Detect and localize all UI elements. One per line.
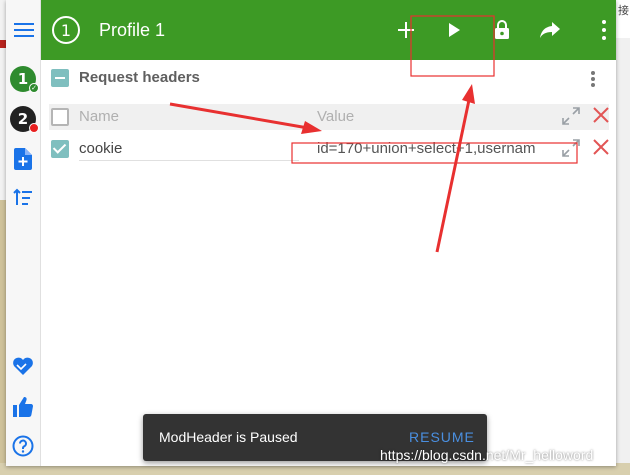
background-corner-text: 接 xyxy=(618,4,629,17)
profile-title[interactable]: Profile 1 xyxy=(99,20,165,41)
sidebar-profile-1-number: 1 xyxy=(17,70,29,88)
row-enable-checkbox[interactable] xyxy=(51,108,69,126)
hamburger-icon xyxy=(13,19,34,41)
section-title: Request headers xyxy=(79,69,200,86)
profile-number-badge[interactable]: 1 xyxy=(52,16,80,44)
error-badge-icon xyxy=(29,123,39,133)
request-headers-section: Request headers xyxy=(41,60,616,98)
share-arrow-icon[interactable] xyxy=(538,18,562,42)
check-badge-icon: ✓ xyxy=(29,83,39,93)
snackbar-message: ModHeader is Paused xyxy=(159,429,298,445)
watermark: https://blog.csdn.net/Mr_helloword xyxy=(380,447,594,463)
sidebar-profile-1[interactable]: 1 ✓ xyxy=(10,66,39,93)
table-row: cookie id=170+union+select+1,usernam xyxy=(49,136,609,162)
expand-icon[interactable] xyxy=(561,106,581,126)
more-vert-icon[interactable] xyxy=(592,18,616,42)
menu-button[interactable] xyxy=(6,0,41,60)
resume-button[interactable]: RESUME xyxy=(409,429,475,445)
header-name-field[interactable]: Name xyxy=(79,108,299,125)
section-more-icon[interactable] xyxy=(590,69,596,89)
help-icon[interactable] xyxy=(11,434,35,458)
modheader-popup: 1 ✓ 2 1 Profile 1 Request headers Name V… xyxy=(6,0,616,466)
header-name-field[interactable]: cookie xyxy=(79,140,299,161)
close-icon[interactable] xyxy=(591,105,611,125)
table-row: Name Value xyxy=(49,104,609,130)
profile-header: 1 Profile 1 xyxy=(41,0,616,60)
row-enable-checkbox[interactable] xyxy=(51,140,69,158)
add-file-icon[interactable] xyxy=(11,147,35,171)
thumbs-up-icon[interactable] xyxy=(11,395,35,419)
sidebar-profile-2[interactable]: 2 xyxy=(10,106,39,133)
close-icon[interactable] xyxy=(591,137,611,157)
header-value-field[interactable]: id=170+union+select+1,usernam xyxy=(317,140,553,157)
sidebar: 1 ✓ 2 xyxy=(6,0,41,466)
expand-icon[interactable] xyxy=(561,138,581,158)
lock-icon[interactable] xyxy=(490,18,514,42)
plus-icon[interactable] xyxy=(394,18,418,42)
heart-hands-icon[interactable] xyxy=(11,354,35,378)
play-icon[interactable] xyxy=(442,18,466,42)
sort-icon[interactable] xyxy=(11,186,35,210)
sidebar-profile-2-number: 2 xyxy=(17,110,29,128)
collapse-all-checkbox[interactable] xyxy=(51,69,69,87)
header-value-field[interactable]: Value xyxy=(317,108,553,125)
